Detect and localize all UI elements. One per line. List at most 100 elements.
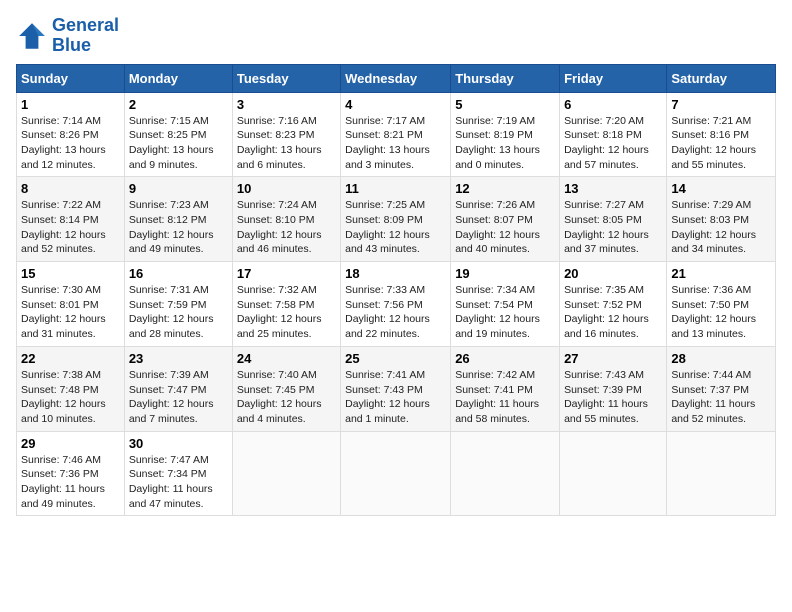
calendar-cell: 27 Sunrise: 7:43 AM Sunset: 7:39 PM Dayli… [560,346,667,431]
logo: General Blue [16,16,119,56]
calendar-cell [451,431,560,516]
day-number: 10 [237,181,336,196]
day-number: 30 [129,436,228,451]
day-info: Sunrise: 7:22 AM Sunset: 8:14 PM Dayligh… [21,198,120,257]
column-header-wednesday: Wednesday [341,64,451,92]
day-number: 16 [129,266,228,281]
day-number: 22 [21,351,120,366]
week-row-5: 29 Sunrise: 7:46 AM Sunset: 7:36 PM Dayli… [17,431,776,516]
calendar-cell: 13Sunrise: 7:27 AM Sunset: 8:05 PM Dayli… [560,177,667,262]
day-info: Sunrise: 7:39 AM Sunset: 7:47 PM Dayligh… [129,368,228,427]
day-info: Sunrise: 7:19 AM Sunset: 8:19 PM Dayligh… [455,114,555,173]
calendar-cell: 26Sunrise: 7:42 AM Sunset: 7:41 PM Dayli… [451,346,560,431]
calendar-cell: 10 Sunrise: 7:24 AM Sunset: 8:10 PM Dayli… [232,177,340,262]
day-number: 24 [237,351,336,366]
day-info: Sunrise: 7:43 AM Sunset: 7:39 PM Dayligh… [564,368,662,427]
day-number: 20 [564,266,662,281]
day-number: 3 [237,97,336,112]
column-header-saturday: Saturday [667,64,776,92]
day-info: Sunrise: 7:23 AM Sunset: 8:12 PM Dayligh… [129,198,228,257]
day-info: Sunrise: 7:31 AM Sunset: 7:59 PM Dayligh… [129,283,228,342]
week-row-2: 8 Sunrise: 7:22 AM Sunset: 8:14 PM Daylig… [17,177,776,262]
calendar-cell: 21 Sunrise: 7:36 AM Sunset: 7:50 PM Dayli… [667,262,776,347]
day-number: 27 [564,351,662,366]
calendar-cell: 20 Sunrise: 7:35 AM Sunset: 7:52 PM Dayli… [560,262,667,347]
day-info: Sunrise: 7:25 AM Sunset: 8:09 PM Dayligh… [345,198,446,257]
calendar-cell: 22 Sunrise: 7:38 AM Sunset: 7:48 PM Dayli… [17,346,125,431]
day-info: Sunrise: 7:33 AM Sunset: 7:56 PM Dayligh… [345,283,446,342]
calendar-cell: 28 Sunrise: 7:44 AM Sunset: 7:37 PM Dayli… [667,346,776,431]
calendar-cell: 29 Sunrise: 7:46 AM Sunset: 7:36 PM Dayli… [17,431,125,516]
day-number: 11 [345,181,446,196]
calendar-cell: 7 Sunrise: 7:21 AM Sunset: 8:16 PM Daylig… [667,92,776,177]
calendar-cell: 24 Sunrise: 7:40 AM Sunset: 7:45 PM Dayli… [232,346,340,431]
day-number: 28 [671,351,771,366]
day-info: Sunrise: 7:30 AM Sunset: 8:01 PM Dayligh… [21,283,120,342]
calendar-cell: 15 Sunrise: 7:30 AM Sunset: 8:01 PM Dayli… [17,262,125,347]
week-row-3: 15 Sunrise: 7:30 AM Sunset: 8:01 PM Dayli… [17,262,776,347]
day-info: Sunrise: 7:26 AM Sunset: 8:07 PM Dayligh… [455,198,555,257]
calendar-cell: 8 Sunrise: 7:22 AM Sunset: 8:14 PM Daylig… [17,177,125,262]
calendar-table: SundayMondayTuesdayWednesdayThursdayFrid… [16,64,776,517]
day-info: Sunrise: 7:46 AM Sunset: 7:36 PM Dayligh… [21,453,120,512]
column-header-thursday: Thursday [451,64,560,92]
calendar-header-row: SundayMondayTuesdayWednesdayThursdayFrid… [17,64,776,92]
calendar-cell: 17 Sunrise: 7:32 AM Sunset: 7:58 PM Dayli… [232,262,340,347]
day-number: 2 [129,97,228,112]
calendar-cell: 4Sunrise: 7:17 AM Sunset: 8:21 PM Daylig… [341,92,451,177]
day-info: Sunrise: 7:40 AM Sunset: 7:45 PM Dayligh… [237,368,336,427]
day-number: 7 [671,97,771,112]
column-header-sunday: Sunday [17,64,125,92]
day-info: Sunrise: 7:38 AM Sunset: 7:48 PM Dayligh… [21,368,120,427]
calendar-cell: 2Sunrise: 7:15 AM Sunset: 8:25 PM Daylig… [124,92,232,177]
day-number: 12 [455,181,555,196]
day-number: 6 [564,97,662,112]
column-header-friday: Friday [560,64,667,92]
calendar-cell [667,431,776,516]
day-number: 14 [671,181,771,196]
calendar-cell: 18 Sunrise: 7:33 AM Sunset: 7:56 PM Dayli… [341,262,451,347]
logo-text: General Blue [52,16,119,56]
week-row-4: 22 Sunrise: 7:38 AM Sunset: 7:48 PM Dayli… [17,346,776,431]
day-info: Sunrise: 7:24 AM Sunset: 8:10 PM Dayligh… [237,198,336,257]
day-number: 21 [671,266,771,281]
day-info: Sunrise: 7:41 AM Sunset: 7:43 PM Dayligh… [345,368,446,427]
day-number: 17 [237,266,336,281]
calendar-cell: 16 Sunrise: 7:31 AM Sunset: 7:59 PM Dayli… [124,262,232,347]
day-info: Sunrise: 7:44 AM Sunset: 7:37 PM Dayligh… [671,368,771,427]
day-number: 1 [21,97,120,112]
day-number: 18 [345,266,446,281]
calendar-cell: 19 Sunrise: 7:34 AM Sunset: 7:54 PM Dayli… [451,262,560,347]
column-header-monday: Monday [124,64,232,92]
day-number: 5 [455,97,555,112]
day-number: 19 [455,266,555,281]
day-info: Sunrise: 7:35 AM Sunset: 7:52 PM Dayligh… [564,283,662,342]
day-info: Sunrise: 7:17 AM Sunset: 8:21 PM Dayligh… [345,114,446,173]
day-number: 25 [345,351,446,366]
calendar-cell: 6 Sunrise: 7:20 AM Sunset: 8:18 PM Daylig… [560,92,667,177]
calendar-cell [232,431,340,516]
calendar-cell: 9Sunrise: 7:23 AM Sunset: 8:12 PM Daylig… [124,177,232,262]
day-info: Sunrise: 7:36 AM Sunset: 7:50 PM Dayligh… [671,283,771,342]
calendar-cell: 3 Sunrise: 7:16 AM Sunset: 8:23 PM Daylig… [232,92,340,177]
week-row-1: 1 Sunrise: 7:14 AM Sunset: 8:26 PM Daylig… [17,92,776,177]
day-info: Sunrise: 7:16 AM Sunset: 8:23 PM Dayligh… [237,114,336,173]
calendar-cell: 5 Sunrise: 7:19 AM Sunset: 8:19 PM Daylig… [451,92,560,177]
calendar-cell: 23 Sunrise: 7:39 AM Sunset: 7:47 PM Dayli… [124,346,232,431]
day-number: 8 [21,181,120,196]
calendar-cell: 30Sunrise: 7:47 AM Sunset: 7:34 PM Dayli… [124,431,232,516]
day-number: 23 [129,351,228,366]
day-info: Sunrise: 7:32 AM Sunset: 7:58 PM Dayligh… [237,283,336,342]
day-info: Sunrise: 7:14 AM Sunset: 8:26 PM Dayligh… [21,114,120,173]
column-header-tuesday: Tuesday [232,64,340,92]
day-info: Sunrise: 7:20 AM Sunset: 8:18 PM Dayligh… [564,114,662,173]
calendar-cell: 25 Sunrise: 7:41 AM Sunset: 7:43 PM Dayli… [341,346,451,431]
day-number: 15 [21,266,120,281]
day-number: 29 [21,436,120,451]
calendar-cell [560,431,667,516]
day-info: Sunrise: 7:34 AM Sunset: 7:54 PM Dayligh… [455,283,555,342]
day-info: Sunrise: 7:27 AM Sunset: 8:05 PM Dayligh… [564,198,662,257]
calendar-cell: 12 Sunrise: 7:26 AM Sunset: 8:07 PM Dayli… [451,177,560,262]
day-info: Sunrise: 7:21 AM Sunset: 8:16 PM Dayligh… [671,114,771,173]
logo-icon [16,20,48,52]
